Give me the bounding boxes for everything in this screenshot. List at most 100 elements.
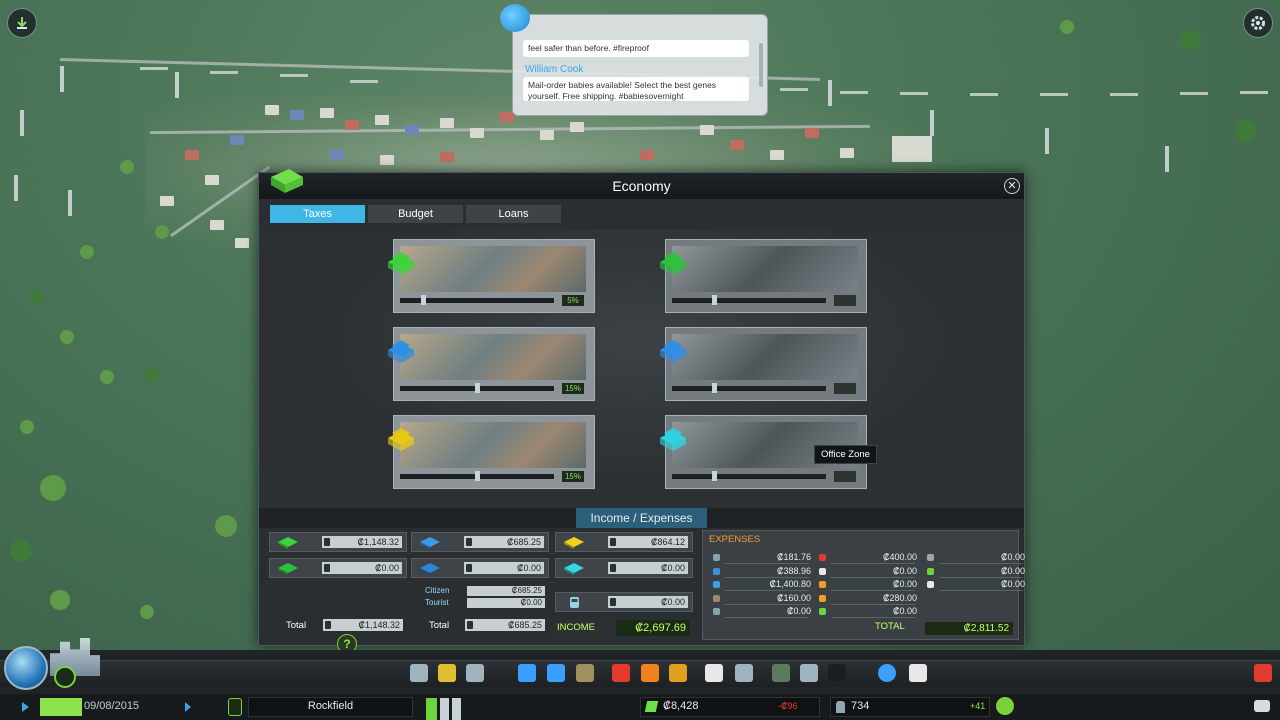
zoning-tool-icon[interactable] [438, 664, 456, 682]
roads-tool-icon[interactable] [410, 664, 428, 682]
bulldozer-tool-icon[interactable] [1254, 664, 1272, 682]
slider-thumb[interactable] [420, 295, 426, 305]
office-zone-tooltip: Office Zone [814, 445, 877, 464]
income-industrial: ₡864.12 [555, 532, 693, 552]
play-icon[interactable] [22, 702, 29, 712]
building [160, 196, 174, 206]
tab-loans[interactable]: Loans [466, 205, 561, 223]
chirper-scrollbar[interactable] [759, 43, 763, 87]
tax-card-commercial-high [660, 327, 867, 401]
slider-thumb[interactable] [474, 383, 480, 393]
slider-thumb [712, 471, 718, 481]
transport-tool-icon[interactable] [735, 664, 753, 682]
expense-value: ₡0.00 [1000, 552, 1025, 562]
slider-thumb[interactable] [474, 471, 480, 481]
income-expenses-header: Income / Expenses [259, 508, 1024, 528]
tax-card-commercial-low: 15% [388, 327, 595, 401]
income-residential-total: Total ₡1,148.32 [269, 616, 407, 636]
building [440, 118, 454, 128]
status-strip: 09/08/2015 Rockfield ₡8,428 -₡96 734 +41 [0, 694, 1280, 720]
chirp-author[interactable]: William Cook [525, 64, 583, 75]
commercial-low-zone-icon [388, 340, 414, 363]
tax-rate-slider[interactable] [400, 383, 554, 393]
garbage-tool-icon[interactable] [576, 664, 594, 682]
income-value: ₡1,148.32 [323, 619, 403, 631]
tab-budget[interactable]: Budget [368, 205, 463, 223]
building [375, 115, 389, 125]
commercial-low-icon [420, 537, 440, 549]
close-button[interactable]: ✕ [1004, 178, 1020, 194]
economy-header[interactable]: Economy ✕ [259, 173, 1024, 199]
options-button[interactable] [1243, 8, 1273, 38]
tab-taxes[interactable]: Taxes [270, 205, 365, 223]
chirp-message: Mail-order babies available! Select the … [523, 77, 749, 101]
power-pylon [1045, 128, 1049, 154]
income-value: ₡685.25 [465, 619, 545, 631]
road-dash [970, 93, 998, 96]
police-tool-icon[interactable] [669, 664, 687, 682]
building [840, 148, 854, 158]
unlocking-button[interactable] [7, 8, 37, 38]
building [540, 130, 554, 140]
road-dash [140, 67, 168, 70]
time-progress-fill [40, 698, 82, 716]
road-dash [840, 91, 868, 94]
citizen-value: ₡685.25 [467, 586, 545, 596]
expense-value: ₡160.00 [776, 592, 811, 603]
expense-value: ₡0.00 [1000, 565, 1025, 576]
income-label: INCOME [557, 622, 595, 633]
beautification-tool-icon[interactable] [772, 664, 790, 682]
globe-icon[interactable] [4, 646, 48, 690]
happiness-icon[interactable] [996, 697, 1014, 715]
chirper-toggle-icon[interactable] [1254, 700, 1270, 712]
monuments-tool-icon[interactable] [800, 664, 818, 682]
fire-tool-icon[interactable] [641, 664, 659, 682]
expense-category-icon [927, 581, 934, 588]
building [345, 120, 359, 130]
electricity-tool-icon[interactable] [518, 664, 536, 682]
chirper-bird-icon[interactable] [500, 4, 530, 32]
chirper-panel[interactable]: feel safer than before. #fireproof Willi… [512, 14, 768, 116]
policies-tool-icon[interactable] [878, 664, 896, 682]
tree [140, 605, 154, 619]
slider-thumb [712, 295, 718, 305]
income-residential-high: ₡0.00 [269, 558, 407, 578]
water-tool-icon[interactable] [547, 664, 565, 682]
milestone-progress-icon[interactable] [54, 666, 76, 688]
power-pylon [175, 72, 179, 98]
income-value: ₡0.00 [464, 562, 544, 574]
expenses-title: EXPENSES [709, 534, 761, 545]
power-pylon [60, 66, 64, 92]
tree [50, 590, 70, 610]
tree [60, 330, 74, 344]
tree [1180, 30, 1200, 50]
wonders-tool-icon[interactable] [828, 664, 846, 682]
healthcare-tool-icon[interactable] [612, 664, 630, 682]
residential-high-icon [278, 563, 298, 575]
tax-rate-value: 15% [562, 383, 584, 394]
districts-tool-icon[interactable] [466, 664, 484, 682]
income-commercial-low: ₡685.25 [411, 532, 549, 552]
road-dash [350, 80, 378, 83]
tax-rate-slider[interactable] [400, 295, 554, 305]
pause-icon[interactable] [228, 698, 242, 716]
building [330, 150, 344, 160]
tax-rate-slider[interactable] [400, 471, 554, 481]
expense-category-icon [713, 608, 720, 615]
road-dash [1040, 93, 1068, 96]
info-views-tool-icon[interactable] [909, 664, 927, 682]
tax-rate-value: 5% [562, 295, 584, 306]
expense-row-line [831, 563, 915, 564]
building [405, 125, 419, 135]
building [265, 105, 279, 115]
expense-value: ₡181.76 [776, 552, 811, 562]
economy-window: Economy ✕ Taxes Budget Loans 5% 15% 15% In… [258, 169, 1025, 646]
speed-icon[interactable] [185, 702, 191, 712]
power-pylon [68, 190, 72, 216]
income-value: ₡0.00 [608, 596, 688, 608]
education-tool-icon[interactable] [705, 664, 723, 682]
tree [1235, 120, 1257, 142]
economy-tabs: Taxes Budget Loans [270, 205, 561, 223]
expenses-total-value: ₡2,811.52 [925, 622, 1013, 635]
expense-value: ₡0.00 [786, 606, 811, 616]
